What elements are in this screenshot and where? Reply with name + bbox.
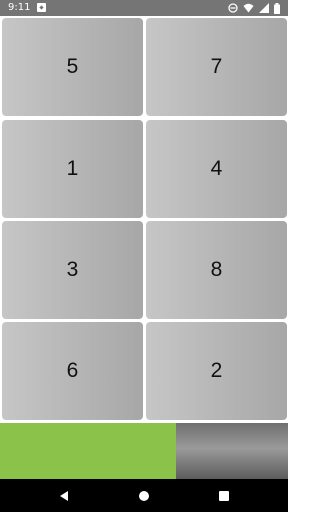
recents-button[interactable] [216, 488, 232, 504]
status-icons [228, 2, 280, 14]
back-icon [60, 491, 68, 501]
home-icon [139, 491, 149, 501]
status-bar: 9:11 [0, 0, 288, 16]
home-button[interactable] [136, 488, 152, 504]
cell-signal-icon [259, 3, 269, 13]
number-tile[interactable]: 5 [2, 18, 143, 116]
progress-remaining [176, 423, 288, 479]
app-notification-icon [37, 3, 46, 12]
number-tile[interactable]: 2 [146, 322, 287, 420]
number-tile[interactable]: 3 [2, 221, 143, 319]
back-button[interactable] [56, 488, 72, 504]
progress-fill [0, 423, 176, 479]
number-tile[interactable]: 1 [2, 120, 143, 218]
progress-bar [0, 422, 288, 479]
navigation-bar [0, 479, 288, 512]
battery-icon [274, 2, 280, 14]
number-tile[interactable]: 6 [2, 322, 143, 420]
status-time: 9:11 [8, 2, 31, 13]
number-tile[interactable]: 7 [146, 18, 287, 116]
recents-icon [219, 491, 229, 501]
wifi-icon [243, 3, 254, 13]
number-tile[interactable]: 4 [146, 120, 287, 218]
do-not-disturb-icon [228, 3, 238, 13]
number-tile[interactable]: 8 [146, 221, 287, 319]
